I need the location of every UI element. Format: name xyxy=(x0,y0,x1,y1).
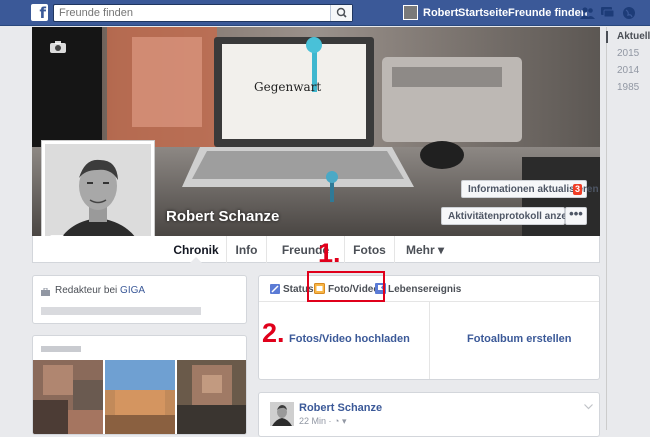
blurred-card-title xyxy=(41,346,81,352)
facebook-logo-icon[interactable]: f xyxy=(31,4,48,22)
activity-log-button[interactable]: Aktivitätenprotokoll anzeigen xyxy=(441,207,587,225)
update-info-button[interactable]: Informationen aktualisieren 3 xyxy=(461,180,599,198)
job-company-link[interactable]: GIGA xyxy=(120,285,145,296)
profile-tab-bar: Chronik Info Freunde Fotos Mehr ▾ xyxy=(32,236,600,263)
year-2015[interactable]: 2015 xyxy=(617,48,639,59)
tab-mehr[interactable]: Mehr ▾ xyxy=(395,236,455,263)
tab-fotos[interactable]: Fotos xyxy=(345,236,395,263)
photo-thumbnail[interactable] xyxy=(33,360,103,434)
top-navigation-bar: f Robert Startseite Freunde finden xyxy=(0,0,650,26)
user-avatar[interactable] xyxy=(403,5,418,20)
user-name-link[interactable]: Robert xyxy=(423,7,458,19)
life-event-tab[interactable]: Lebensereignis xyxy=(388,284,461,295)
year-1985[interactable]: 1985 xyxy=(617,82,639,93)
search-icon[interactable] xyxy=(330,5,352,21)
timeline-post xyxy=(258,392,600,437)
notification-badge: 3 xyxy=(572,184,582,195)
find-friends-link[interactable]: Freunde finden xyxy=(508,7,587,19)
blurred-info-line xyxy=(41,307,201,315)
year-aktuell[interactable]: Aktuell xyxy=(617,31,650,42)
friend-requests-icon[interactable] xyxy=(580,6,595,20)
annotation-step-1: 1. xyxy=(318,238,341,268)
search-box[interactable] xyxy=(53,4,353,22)
timeline-year-nav: Aktuell 2015 2014 1985 xyxy=(606,27,650,430)
current-year-marker xyxy=(606,31,608,43)
photo-thumbnail[interactable] xyxy=(105,360,175,434)
post-timestamp[interactable]: 22 Min · ◔ ▾ xyxy=(299,416,346,427)
more-options-button[interactable]: ••• xyxy=(565,207,587,225)
status-pencil-icon xyxy=(270,284,280,297)
photos-card xyxy=(32,335,247,435)
upload-photos-video-button[interactable]: Fotos/Video hochladen xyxy=(289,333,410,345)
composer-column-divider xyxy=(429,302,430,379)
notifications-globe-icon[interactable] xyxy=(622,6,637,20)
post-author-avatar[interactable] xyxy=(270,402,294,426)
about-card: Redakteur bei GIGA xyxy=(32,275,247,324)
post-author-name[interactable]: Robert Schanze xyxy=(299,402,382,414)
camera-icon[interactable] xyxy=(50,41,66,56)
create-photo-album-button[interactable]: Fotoalbum erstellen xyxy=(467,333,572,345)
job-info: Redakteur bei GIGA xyxy=(55,285,145,296)
search-input[interactable] xyxy=(54,5,324,21)
tab-info[interactable]: Info xyxy=(227,236,267,263)
post-options-chevron-icon[interactable] xyxy=(584,401,593,413)
laptop-screen-text: Gegenwart xyxy=(254,80,322,94)
tab-chronik[interactable]: Chronik xyxy=(166,236,227,263)
year-2014[interactable]: 2014 xyxy=(617,65,639,76)
job-prefix: Redakteur bei xyxy=(55,285,121,296)
home-link[interactable]: Startseite xyxy=(458,7,508,19)
profile-name[interactable]: Robert Schanze xyxy=(166,208,279,225)
briefcase-icon xyxy=(41,287,50,299)
photo-thumbnail[interactable] xyxy=(177,360,246,434)
annotation-step-2: 2. xyxy=(262,318,285,348)
highlight-box-photo-video xyxy=(307,271,385,302)
messages-icon[interactable] xyxy=(600,6,615,20)
